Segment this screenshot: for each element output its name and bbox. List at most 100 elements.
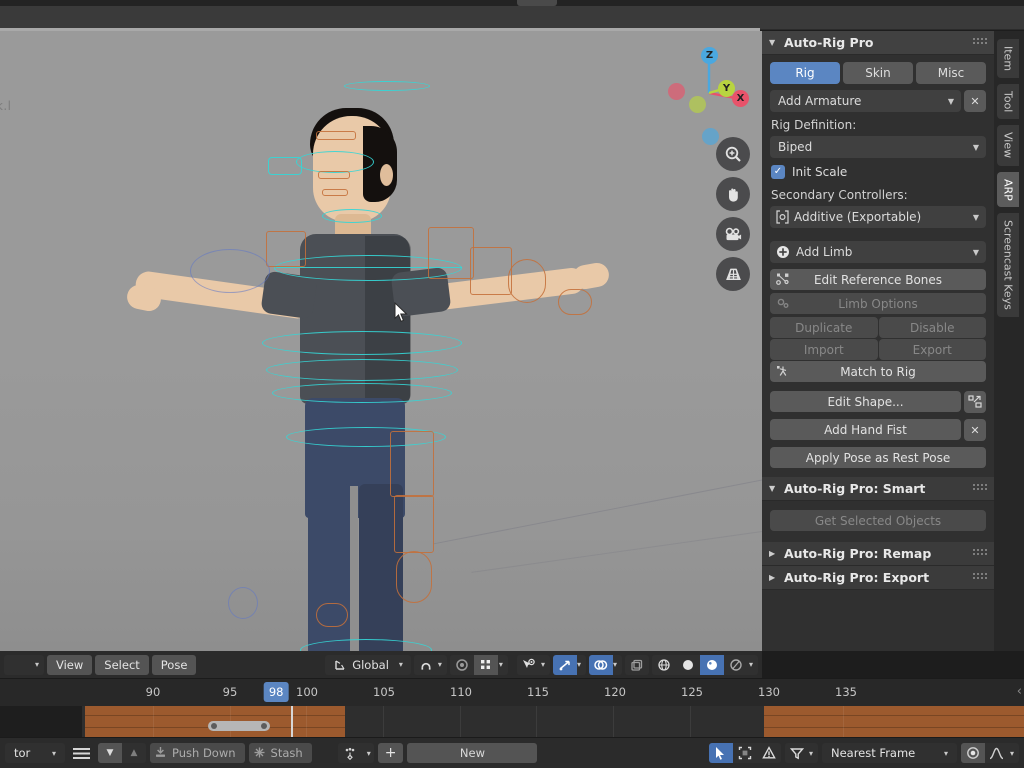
- proportional-edit-icon[interactable]: [449, 654, 474, 675]
- camera-icon[interactable]: [716, 217, 750, 251]
- edit-reference-bones-button[interactable]: Edit Reference Bones: [770, 269, 986, 290]
- character-model[interactable]: [124, 86, 655, 651]
- timeline-ruler[interactable]: 90 95 100 105 110 115 120 125 130 135 98: [0, 678, 1024, 706]
- import-button[interactable]: Import: [770, 339, 878, 360]
- gizmo-axis-neg-x[interactable]: [668, 83, 685, 100]
- hamburger-icon[interactable]: [69, 743, 94, 763]
- proportional-edit-group[interactable]: ▾: [449, 654, 508, 675]
- apply-pose-as-rest-pose-button[interactable]: Apply Pose as Rest Pose: [770, 447, 986, 468]
- disable-button[interactable]: Disable: [878, 317, 986, 338]
- grid-icon[interactable]: [716, 257, 750, 291]
- visibility-icon[interactable]: [516, 654, 541, 675]
- new-action-button[interactable]: New: [407, 743, 538, 763]
- action-browse-group[interactable]: ▼ ▲: [98, 743, 146, 763]
- gizmo-axis-x[interactable]: X: [732, 90, 749, 107]
- shading-mode-group[interactable]: ▾: [651, 654, 758, 675]
- snapping-group[interactable]: ▾: [413, 654, 447, 675]
- solid-shading-icon[interactable]: [675, 654, 700, 675]
- timeline-current-frame-badge[interactable]: 98: [263, 682, 289, 702]
- add-action-button[interactable]: +: [377, 743, 404, 763]
- workspace-tab-strip[interactable]: [0, 0, 1024, 6]
- add-hand-fist-button[interactable]: Add Hand Fist: [770, 419, 961, 440]
- editor-type-selector[interactable]: ▾: [4, 654, 44, 675]
- action-datablock-group[interactable]: ▾: [337, 743, 374, 763]
- armature-selector[interactable]: Add Armature ▼: [770, 90, 961, 112]
- active-workspace-tab[interactable]: [517, 0, 557, 6]
- cursor-select-icon[interactable]: [708, 743, 733, 763]
- gizmo-toggle-icon[interactable]: [624, 654, 649, 675]
- panel-header-auto-rig-pro-remap[interactable]: ▶ Auto-Rig Pro: Remap: [762, 542, 994, 566]
- zoom-icon[interactable]: [716, 137, 750, 171]
- get-selected-objects-button[interactable]: Get Selected Objects: [770, 510, 986, 531]
- box-select-icon[interactable]: [732, 743, 757, 763]
- timeline-playhead-line[interactable]: [291, 706, 293, 737]
- visibility-group[interactable]: ▾: [516, 654, 550, 675]
- push-down-button[interactable]: Push Down: [150, 743, 245, 763]
- armature-selector-value: Add Armature: [778, 94, 862, 108]
- falloff-curve-icon[interactable]: [984, 743, 1009, 763]
- init-scale-checkbox[interactable]: ✓: [771, 165, 785, 179]
- gizmo-axis-neg-y[interactable]: [689, 96, 706, 113]
- init-scale-row[interactable]: ✓ Init Scale: [771, 165, 986, 179]
- tab-rig[interactable]: Rig: [770, 62, 840, 84]
- duplicate-button[interactable]: Duplicate: [770, 317, 878, 338]
- edit-shape-options-icon[interactable]: [964, 391, 986, 413]
- sidebar-tab-tool[interactable]: Tool: [997, 84, 1019, 120]
- clear-hand-fist-button[interactable]: ✕: [964, 419, 986, 441]
- hand-icon[interactable]: [716, 177, 750, 211]
- secondary-controllers-selector[interactable]: Additive (Exportable) ▼: [770, 206, 986, 228]
- gizmo-toggle-group[interactable]: [624, 654, 649, 675]
- material-shading-icon[interactable]: [699, 654, 724, 675]
- timeline-collapse-arrow[interactable]: ‹: [1017, 684, 1022, 699]
- 3d-viewport[interactable]: k.l: [0, 31, 762, 651]
- sidebar-tab-item[interactable]: Item: [997, 39, 1019, 79]
- edit-shape-button[interactable]: Edit Shape...: [770, 391, 961, 412]
- proportional-falloff-icon[interactable]: [473, 654, 498, 675]
- timeline-body[interactable]: [0, 706, 1024, 737]
- warning-icon[interactable]: [756, 743, 781, 763]
- menu-view[interactable]: View: [47, 654, 93, 675]
- overlays-icon[interactable]: [588, 654, 613, 675]
- xray-icon[interactable]: [552, 654, 577, 675]
- magnet-icon[interactable]: [413, 654, 438, 675]
- n-panel-sidebar[interactable]: ▼ Auto-Rig Pro Rig Skin Misc Add Armatur…: [762, 31, 994, 651]
- snap-mode-selector[interactable]: Nearest Frame ▾: [821, 743, 957, 763]
- panel-header-auto-rig-pro[interactable]: ▼ Auto-Rig Pro: [762, 31, 994, 55]
- chevron-down-icon[interactable]: ▼: [98, 743, 122, 763]
- sidebar-tab-strip[interactable]: Item Tool View ARP Screencast Keys: [994, 31, 1024, 651]
- proportional-icon[interactable]: [960, 743, 985, 763]
- filter-group[interactable]: ▾: [784, 743, 818, 763]
- rig-definition-selector[interactable]: Biped ▼: [770, 136, 986, 158]
- panel-header-auto-rig-pro-export[interactable]: ▶ Auto-Rig Pro: Export: [762, 566, 994, 590]
- match-to-rig-button[interactable]: Match to Rig: [770, 361, 986, 382]
- select-mode-group[interactable]: [708, 743, 781, 763]
- tab-skin[interactable]: Skin: [843, 62, 913, 84]
- xray-group[interactable]: ▾: [552, 654, 586, 675]
- transform-orientation-selector[interactable]: Global ▾: [325, 654, 411, 675]
- overlays-group[interactable]: ▾: [588, 654, 622, 675]
- proportional-edit-group-bottom[interactable]: ▾: [960, 743, 1019, 763]
- add-limb-selector[interactable]: Add Limb ▼: [770, 241, 986, 263]
- gizmo-axis-neg-z[interactable]: [702, 128, 719, 145]
- nla-strip-handle[interactable]: [208, 721, 270, 731]
- chevron-up-icon[interactable]: ▲: [122, 743, 146, 763]
- wireframe-shading-icon[interactable]: [651, 654, 676, 675]
- editor-type-selector-bottom[interactable]: tor ▾: [5, 743, 65, 763]
- sidebar-tab-view[interactable]: View: [997, 125, 1019, 166]
- gizmo-axis-z[interactable]: Z: [701, 47, 718, 64]
- menu-select[interactable]: Select: [95, 654, 149, 675]
- clear-armature-button[interactable]: ✕: [964, 90, 986, 112]
- navigation-gizmo[interactable]: Z Y X: [654, 41, 749, 145]
- limb-options-button[interactable]: Limb Options: [770, 293, 986, 314]
- filter-icon[interactable]: [784, 743, 809, 763]
- nla-strip-2[interactable]: [764, 706, 1024, 737]
- export-button[interactable]: Export: [878, 339, 986, 360]
- tab-misc[interactable]: Misc: [916, 62, 986, 84]
- panel-header-auto-rig-pro-smart[interactable]: ▼ Auto-Rig Pro: Smart: [762, 477, 994, 501]
- menu-pose[interactable]: Pose: [151, 654, 197, 675]
- stash-button[interactable]: Stash: [248, 743, 312, 763]
- sidebar-tab-arp[interactable]: ARP: [997, 171, 1019, 208]
- sidebar-tab-screencast-keys[interactable]: Screencast Keys: [997, 213, 1019, 318]
- rendered-shading-icon[interactable]: [723, 654, 748, 675]
- timeline-tick: 115: [527, 685, 549, 699]
